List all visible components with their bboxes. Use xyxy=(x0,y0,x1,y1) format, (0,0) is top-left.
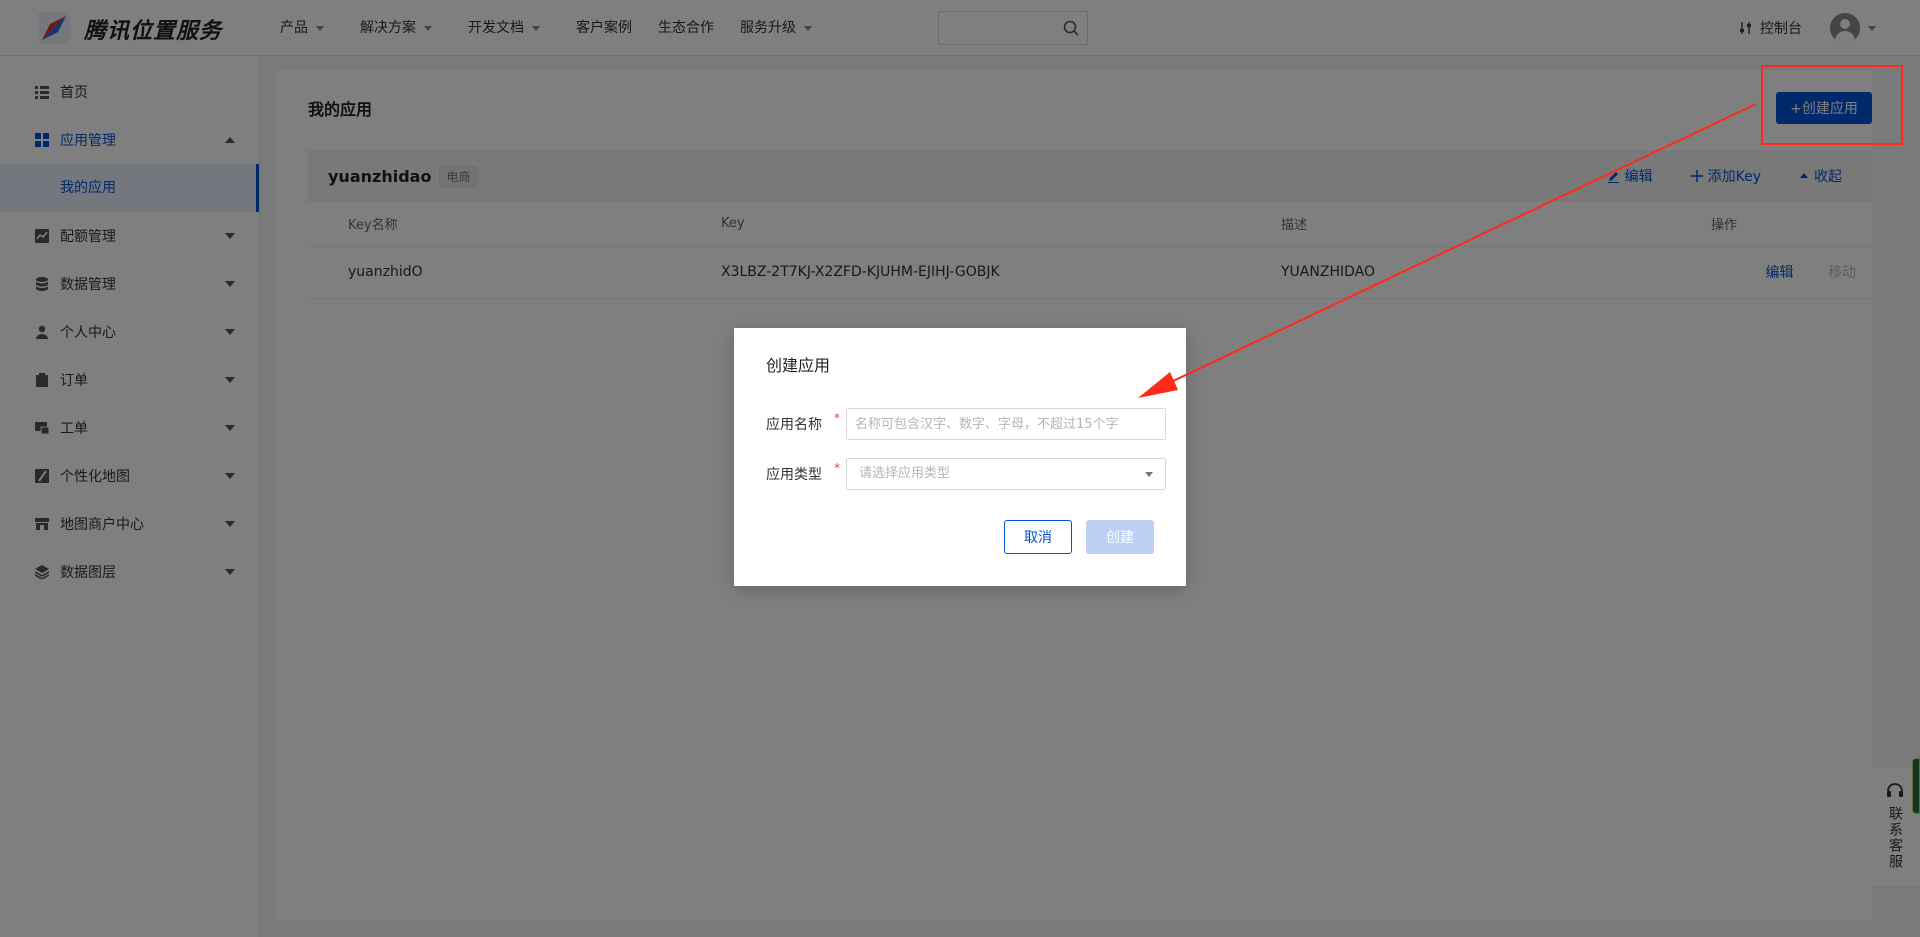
create-app-dialog: 创建应用 应用名称 * 应用类型 * 请选择应用类型 取消 创建 xyxy=(734,328,1186,586)
app-type-label-text: 应用类型 xyxy=(766,467,822,483)
app-type-label: 应用类型 * xyxy=(766,461,840,484)
app-type-row: 应用类型 * 请选择应用类型 xyxy=(766,458,1166,490)
required-mark: * xyxy=(834,411,840,425)
app-name-input[interactable] xyxy=(846,408,1166,440)
app-type-placeholder: 请选择应用类型 xyxy=(859,466,951,481)
cancel-button[interactable]: 取消 xyxy=(1004,520,1072,554)
required-mark: * xyxy=(834,461,840,475)
chevron-down-icon xyxy=(1145,472,1153,477)
app-name-label: 应用名称 * xyxy=(766,411,840,434)
dialog-title: 创建应用 xyxy=(766,356,831,375)
app-name-label-text: 应用名称 xyxy=(766,417,822,433)
app-type-select[interactable]: 请选择应用类型 xyxy=(846,458,1166,490)
create-button[interactable]: 创建 xyxy=(1086,520,1154,554)
app-name-row: 应用名称 * xyxy=(766,408,1166,440)
